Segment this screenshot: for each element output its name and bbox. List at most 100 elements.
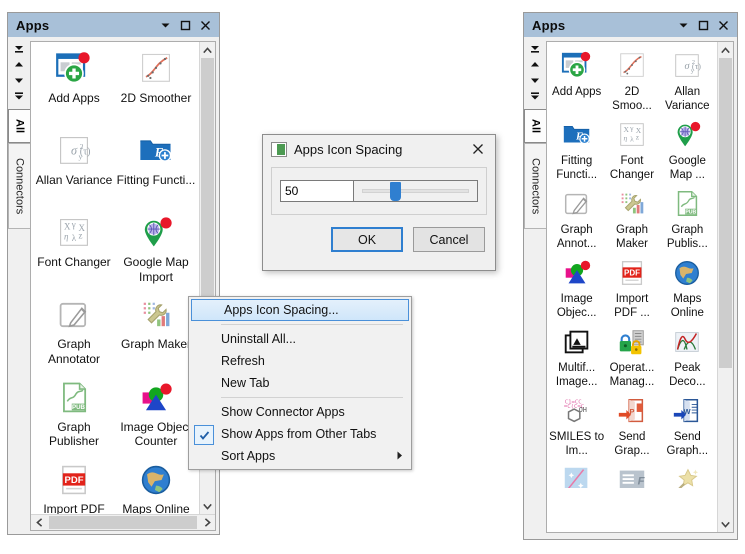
app-item[interactable]: Operat... Manag... — [604, 326, 659, 389]
scroll-down-icon[interactable] — [10, 73, 28, 88]
menu-item[interactable]: Refresh — [189, 350, 411, 372]
scroll-up-icon[interactable] — [10, 57, 28, 72]
app-item[interactable]: PDFImport PDF Tables — [33, 461, 115, 514]
fitting-function-icon: F — [561, 119, 593, 151]
app-item[interactable]: PUBGraph Publisher — [33, 379, 115, 449]
app-item[interactable]: σ2y(τ)Allan Variance — [33, 132, 115, 202]
app-item-partial[interactable] — [549, 464, 604, 488]
sidebar-item-connectors[interactable]: Connectors — [524, 143, 546, 229]
left-horizontal-scrollbar[interactable] — [31, 514, 215, 530]
apps-icon-spacing-dialog[interactable]: Apps Icon Spacing 50 OK Cancel — [262, 134, 496, 271]
app-label: Send Graph... — [660, 430, 715, 458]
svg-text:z: z — [78, 231, 82, 241]
2d-smoother-icon — [616, 50, 648, 82]
cancel-button[interactable]: Cancel — [413, 227, 485, 252]
app-label: Maps Online — [660, 292, 715, 320]
spacing-slider[interactable] — [354, 180, 478, 202]
close-icon[interactable] — [195, 15, 215, 35]
scroll-bottom-icon[interactable] — [526, 89, 544, 104]
sidebar-item-all[interactable]: All — [524, 109, 546, 143]
dropdown-icon[interactable] — [673, 15, 693, 35]
app-item[interactable]: Add Apps — [549, 50, 604, 113]
svg-text:γ: γ — [629, 123, 634, 132]
app-item[interactable]: Image Objec... — [549, 257, 604, 320]
right-panel-content: Add Apps2D Smoo...σ2y(τ)Allan VarianceFF… — [546, 41, 734, 533]
right-scroll-track[interactable] — [718, 58, 733, 516]
context-menu[interactable]: Apps Icon Spacing... Uninstall All...Refr… — [188, 296, 412, 470]
slider-thumb[interactable] — [390, 182, 401, 201]
app-item-partial[interactable]: F — [604, 464, 659, 488]
scroll-left-arrow-icon[interactable] — [31, 518, 47, 527]
menu-item[interactable]: Apps Icon Spacing... — [191, 299, 409, 321]
menu-item[interactable]: New Tab — [189, 372, 411, 394]
slider-track[interactable] — [362, 189, 469, 193]
app-label: Graph Maker — [604, 223, 659, 251]
app-item[interactable]: σ2y(τ)Allan Variance — [660, 50, 715, 113]
app-item[interactable]: PDFImport PDF ... — [604, 257, 659, 320]
close-icon[interactable] — [713, 15, 733, 35]
scroll-up-arrow-icon[interactable] — [200, 42, 215, 58]
scroll-right-arrow-icon[interactable] — [199, 518, 215, 527]
font-changer-icon: XγXηλz — [616, 119, 648, 151]
menu-item[interactable]: Show Apps from Other Tabs — [189, 423, 411, 445]
app-item[interactable]: W Send Graph... — [660, 395, 715, 458]
app-item[interactable]: Google Map Import — [115, 214, 197, 284]
scroll-top-icon[interactable] — [526, 41, 544, 56]
scroll-down-arrow-icon[interactable] — [200, 498, 215, 514]
app-item[interactable]: Image Object Counter — [115, 379, 197, 449]
app-item[interactable]: Peak Deco... — [660, 326, 715, 389]
menu-item-label: Apps Icon Spacing... — [224, 303, 339, 317]
app-item[interactable]: Multif... Image... — [549, 326, 604, 389]
apps-panel-right[interactable]: Apps — [523, 12, 738, 540]
app-item[interactable]: C1=CC=C(C=COHSMILES to Im... — [549, 395, 604, 458]
svg-text:σ: σ — [71, 143, 78, 157]
right-vertical-scrollbar[interactable] — [717, 42, 733, 532]
maximize-icon[interactable] — [693, 15, 713, 35]
fitting-function-icon: F — [137, 132, 175, 170]
dialog-title: Apps Icon Spacing — [294, 142, 465, 157]
sidebar-item-connectors[interactable]: Connectors — [8, 143, 30, 229]
scroll-down-arrow-icon[interactable] — [718, 516, 733, 532]
app-item[interactable]: Google Map ... — [660, 119, 715, 182]
left-hscroll-thumb[interactable] — [49, 516, 197, 529]
app-item-partial[interactable] — [660, 464, 715, 488]
maximize-icon[interactable] — [175, 15, 195, 35]
app-label: Operat... Manag... — [604, 361, 659, 389]
app-item[interactable]: Graph Annot... — [549, 188, 604, 251]
app-item[interactable]: Maps Online — [660, 257, 715, 320]
app-item[interactable]: FFitting Functi... — [115, 132, 197, 202]
menu-item[interactable]: Show Connector Apps — [189, 401, 411, 423]
app-item[interactable]: Add Apps — [33, 50, 115, 120]
scroll-top-icon[interactable] — [10, 41, 28, 56]
google-map-import-icon — [137, 214, 175, 252]
app-item[interactable]: 2D Smoo... — [604, 50, 659, 113]
magic-wand-app-icon — [671, 464, 703, 488]
menu-item[interactable]: Sort Apps — [189, 445, 411, 467]
google-map-import-icon — [671, 119, 703, 151]
app-item[interactable]: Maps Online — [115, 461, 197, 514]
app-item[interactable]: Graph Annotator — [33, 296, 115, 366]
scroll-up-arrow-icon[interactable] — [718, 42, 733, 58]
menu-item[interactable]: Uninstall All... — [189, 328, 411, 350]
sidebar-item-all[interactable]: All — [8, 109, 30, 143]
scroll-down-icon[interactable] — [526, 73, 544, 88]
dropdown-icon[interactable] — [155, 15, 175, 35]
spacing-input[interactable]: 50 — [280, 180, 354, 202]
app-item[interactable]: FFitting Functi... — [549, 119, 604, 182]
app-item[interactable]: XγXηλzFont Changer — [33, 214, 115, 284]
app-item[interactable]: Graph Maker — [604, 188, 659, 251]
app-item[interactable]: 2D Smoother — [115, 50, 197, 120]
right-scroll-thumb[interactable] — [719, 58, 732, 368]
app-item[interactable]: Graph Maker — [115, 296, 197, 366]
close-icon[interactable] — [465, 138, 491, 160]
app-item[interactable]: PSend Grap... — [604, 395, 659, 458]
svg-text:PDF: PDF — [624, 268, 640, 277]
ok-button[interactable]: OK — [331, 227, 403, 252]
app-item[interactable]: PUBGraph Publis... — [660, 188, 715, 251]
scroll-up-icon[interactable] — [526, 57, 544, 72]
scroll-bottom-icon[interactable] — [10, 89, 28, 104]
send-graph-word-icon: W — [671, 395, 703, 427]
svg-text:λ: λ — [630, 135, 634, 144]
app-item[interactable]: XγXηλzFont Changer — [604, 119, 659, 182]
left-hscroll-track[interactable] — [47, 516, 199, 529]
